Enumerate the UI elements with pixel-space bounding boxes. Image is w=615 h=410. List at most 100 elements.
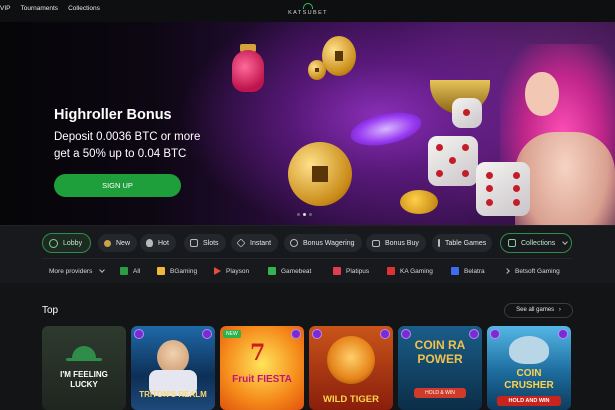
hold-and-win-banner: HOLD AND WIN	[497, 396, 561, 406]
chevron-down-icon	[99, 267, 106, 273]
game-card-feeling-lucky[interactable]: I'M FEELING LUCKY	[42, 326, 126, 410]
chevron-right-icon: ›	[558, 307, 561, 313]
top-bar: VIP Tournaments Collections KATSUBET	[0, 0, 615, 22]
provider-platipus[interactable]: Platipus	[333, 264, 369, 278]
gem-badge-icon	[202, 329, 212, 339]
instant-icon	[236, 238, 246, 248]
logo-text: KATSUBET	[288, 10, 328, 16]
hold-win-banner: HOLD & WIN	[414, 388, 466, 398]
game-title: Fruit FIESTA	[232, 374, 292, 385]
category-label: Hot	[158, 239, 169, 247]
bgaming-logo-icon	[157, 267, 165, 275]
category-label: New	[116, 239, 131, 247]
top-games-section: Top See all games › I'M FEELING LUCKY TR…	[0, 283, 615, 410]
platipus-logo-icon	[333, 267, 341, 275]
ka-gaming-logo-icon	[387, 267, 395, 275]
game-title: I'M FEELING LUCKY	[60, 370, 108, 389]
nav-vip[interactable]: VIP	[0, 0, 10, 18]
category-bonus-wagering[interactable]: Bonus Wagering	[284, 234, 362, 252]
sign-up-button[interactable]: SIGN UP	[54, 174, 181, 197]
carousel-dot[interactable]	[309, 213, 312, 216]
collections-button[interactable]: Collections	[500, 233, 572, 253]
provider-label: Belatra	[464, 267, 485, 275]
belatra-logo-icon	[451, 267, 459, 275]
gold-coin-icon	[308, 60, 326, 80]
gem-badge-icon	[312, 329, 322, 339]
game-card-coin-crusher[interactable]: COIN CRUSHER HOLD AND WIN	[487, 326, 571, 410]
carousel-dots	[297, 213, 312, 216]
provider-bgaming[interactable]: BGaming	[157, 264, 197, 278]
tiger-icon	[327, 336, 375, 384]
category-table-games[interactable]: Table Games	[432, 234, 492, 252]
lobby-icon	[49, 238, 58, 248]
provider-gamebeat[interactable]: Gamebeat	[268, 264, 311, 278]
site-logo[interactable]: KATSUBET	[278, 3, 338, 19]
provider-label: Gamebeat	[281, 267, 312, 275]
provider-betsoft[interactable]: Betsoft Gaming	[504, 264, 560, 278]
category-new[interactable]: New	[98, 234, 138, 252]
lantern-icon	[232, 50, 264, 92]
hero-text-line-2: get a 50% up to 0.04 BTC	[54, 148, 187, 160]
new-icon	[104, 239, 111, 247]
gift-icon	[372, 239, 380, 247]
logo-mark-icon	[303, 3, 313, 9]
carousel-dot[interactable]	[297, 213, 300, 216]
golden-fish-icon	[400, 190, 438, 214]
triton-character-icon	[157, 340, 189, 374]
category-slots[interactable]: Slots	[184, 234, 226, 252]
game-card-wild-tiger[interactable]: WILD TIGER	[309, 326, 393, 410]
category-label: Lobby	[63, 239, 83, 247]
gold-coin-icon	[288, 142, 352, 206]
provider-all[interactable]: All	[120, 264, 140, 278]
category-hot[interactable]: Hot	[140, 234, 176, 252]
die-icon	[452, 98, 482, 128]
main-nav: VIP Tournaments Collections	[0, 0, 100, 18]
cards-icon	[438, 239, 440, 247]
gem-badge-icon	[380, 329, 390, 339]
provider-label: Betsoft Gaming	[515, 267, 560, 275]
provider-ka-gaming[interactable]: KA Gaming	[387, 264, 433, 278]
see-all-label: See all games	[516, 307, 555, 313]
category-label: Slots	[203, 239, 219, 247]
coin-icon	[290, 239, 298, 247]
game-card-fruit-fiesta[interactable]: NEW 7 Fruit FIESTA	[220, 326, 304, 410]
provider-label: KA Gaming	[400, 267, 433, 275]
category-instant[interactable]: Instant	[231, 234, 279, 252]
category-label: Table Games	[445, 239, 487, 247]
see-all-games-button[interactable]: See all games ›	[504, 303, 573, 318]
provider-playson[interactable]: Playson	[214, 264, 249, 278]
category-bar: Lobby New Hot Slots Instant Bonus Wageri…	[0, 225, 615, 283]
seven-icon: 7	[250, 340, 266, 366]
nav-collections[interactable]: Collections	[68, 0, 100, 18]
category-bonus-buy[interactable]: Bonus Buy	[366, 234, 426, 252]
provider-label: Platipus	[346, 267, 370, 275]
divider	[42, 258, 572, 259]
collections-icon	[508, 239, 516, 247]
provider-label: BGaming	[170, 267, 198, 275]
hero-banner[interactable]: Highroller Bonus Deposit 0.0036 BTC or m…	[0, 22, 615, 247]
die-icon	[428, 136, 478, 186]
game-card-tritons-realm[interactable]: TRITON'S REALM	[131, 326, 215, 410]
game-card-coin-ra-power[interactable]: COIN RA POWER HOLD & WIN	[398, 326, 482, 410]
gem-badge-icon	[134, 329, 144, 339]
game-title: TRITON'S REALM	[139, 390, 207, 399]
all-providers-icon	[120, 267, 128, 275]
more-providers-label: More providers	[49, 267, 93, 275]
gem-badge-icon	[558, 329, 568, 339]
category-lobby[interactable]: Lobby	[42, 233, 91, 253]
provider-label: Playson	[226, 267, 250, 275]
category-label: Bonus Wagering	[303, 239, 355, 247]
carousel-dot-active[interactable]	[303, 213, 306, 216]
hero-character-face	[525, 72, 559, 116]
die-icon	[476, 162, 530, 216]
gamebeat-logo-icon	[268, 267, 276, 275]
game-title: COIN RA POWER	[414, 338, 466, 366]
gem-badge-icon	[291, 329, 301, 339]
nav-tournaments[interactable]: Tournaments	[20, 0, 58, 18]
provider-belatra[interactable]: Belatra	[451, 264, 485, 278]
gold-coin-icon	[322, 36, 356, 76]
more-providers-dropdown[interactable]: More providers	[49, 264, 106, 278]
category-label: Bonus Buy	[385, 239, 419, 247]
chevron-right-icon	[504, 268, 510, 274]
leprechaun-hat-icon	[66, 346, 102, 361]
